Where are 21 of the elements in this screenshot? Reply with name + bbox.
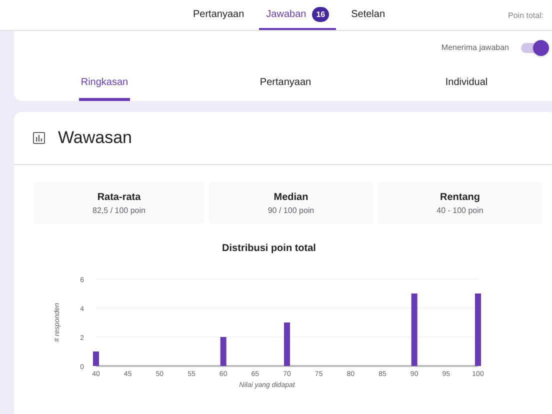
view-tab[interactable]: Ringkasan [78,67,130,101]
nav-tab[interactable]: Pertanyaan [186,0,252,30]
stat-label: Rata-rata [97,190,141,204]
chart-title: Distribusi poin total [221,242,317,256]
accepting-responses-label: Menerima jawaban [441,42,509,54]
stat-value: 40 - 100 poin [436,204,484,216]
stat-label: Median [274,190,308,204]
view-tab[interactable]: Pertanyaan [258,67,314,101]
bar-chart-icon [33,132,45,144]
section-title: Wawasan [58,127,132,150]
chart-bar [93,352,99,366]
stat-value: 90 / 100 poin [268,204,314,216]
stat-value: 82,5 / 100 poin [92,204,146,216]
nav-tab[interactable]: Setelan [344,0,392,30]
chart-bar [284,322,290,366]
toggle-switch[interactable] [521,42,547,52]
count-badge: 16 [312,6,330,22]
total-points-label: Poin total: [508,10,544,22]
view-tab[interactable]: Individual [443,67,490,101]
chart-bar [220,337,226,366]
stat-label: Rentang [440,190,480,204]
